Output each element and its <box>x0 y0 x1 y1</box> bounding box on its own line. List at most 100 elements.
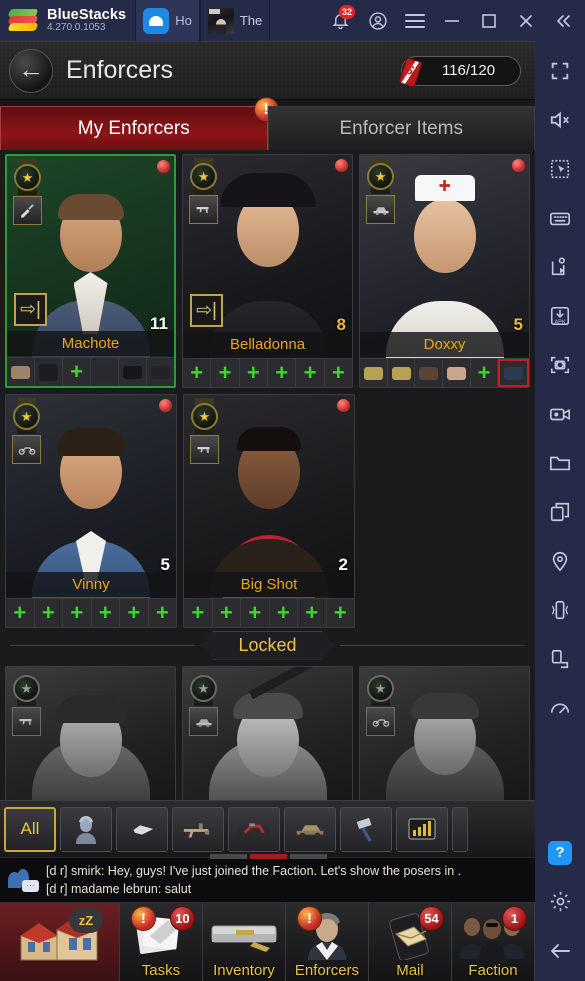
shake-icon[interactable] <box>535 585 585 634</box>
equipment-slot[interactable] <box>415 359 444 387</box>
equipment-slot-empty[interactable]: + <box>34 599 63 627</box>
equipment-slot-empty[interactable]: + <box>211 359 240 387</box>
nav-label-inventory: Inventory <box>213 962 275 979</box>
locked-enforcer-card[interactable]: ★ <box>182 666 353 800</box>
equipment-slot-empty[interactable]: + <box>63 599 92 627</box>
chat-channel-faction[interactable] <box>250 854 287 859</box>
chat-channel-local[interactable] <box>290 854 327 859</box>
chat-channel-world[interactable] <box>210 854 247 859</box>
filter-chip-knife[interactable] <box>116 806 168 852</box>
maximize-icon[interactable] <box>470 0 507 41</box>
equipment-slot-empty[interactable]: + <box>212 599 241 627</box>
tab-bar: My Enforcers ! Enforcer Items <box>0 97 535 150</box>
filter-chip-chart[interactable] <box>396 806 448 852</box>
energy-counter[interactable]: 116/120 <box>399 55 521 86</box>
equipment-slot-empty[interactable]: + <box>239 359 268 387</box>
tab-home[interactable]: Ho <box>135 0 200 41</box>
performance-icon[interactable] <box>535 683 585 732</box>
equipment-slot-selected[interactable] <box>498 359 530 387</box>
chat-panel[interactable]: ··· [d r] smirk: Hey, guys! I've just jo… <box>0 854 535 902</box>
equipment-slot-empty[interactable]: + <box>296 359 325 387</box>
tab-game[interactable]: The <box>199 0 271 41</box>
macro-icon[interactable] <box>535 242 585 291</box>
deploy-button[interactable]: ⇨| <box>14 293 47 326</box>
filter-chip-motorcycle[interactable] <box>228 806 280 852</box>
enforcers-list[interactable]: ★ ⇨| 11 Machote + ★ ⇨| 8 Belladonna + + … <box>0 150 535 800</box>
equipment-slot-empty[interactable]: + <box>120 599 149 627</box>
filter-chip-rifle[interactable] <box>172 806 224 852</box>
equipment-slot[interactable] <box>119 358 147 386</box>
filter-chip-more[interactable] <box>452 806 468 852</box>
enforcer-card-doxxy[interactable]: ★ 5 Doxxy + <box>359 154 531 388</box>
tab-my-enforcers[interactable]: My Enforcers ! <box>0 97 279 150</box>
location-icon[interactable] <box>535 536 585 585</box>
category-filter-bar[interactable]: All <box>0 800 535 857</box>
enforcer-card-big-shot[interactable]: ★ 2 Big Shot + + + + + + <box>183 394 355 628</box>
back-arrow-icon[interactable] <box>535 926 585 975</box>
chat-channel-tabs[interactable] <box>210 854 327 859</box>
enforcer-card-vinny[interactable]: ★ 5 Vinny + + + + + + <box>5 394 177 628</box>
equipment-slot-empty[interactable]: + <box>268 359 297 387</box>
minimize-icon[interactable] <box>433 0 470 41</box>
motorcycle-icon <box>238 817 270 841</box>
equipment-slot-empty[interactable]: + <box>91 599 120 627</box>
equipment-slot[interactable] <box>387 359 416 387</box>
tab-enforcer-items[interactable]: Enforcer Items <box>267 106 535 150</box>
enforcer-card-machote[interactable]: ★ ⇨| 11 Machote + <box>5 154 177 388</box>
equipment-slot-empty[interactable]: + <box>326 599 354 627</box>
back-button[interactable]: ← <box>9 48 53 93</box>
filter-chip-all[interactable]: All <box>4 806 56 852</box>
help-icon[interactable]: ? <box>535 828 585 877</box>
locked-enforcer-card[interactable]: ★ <box>359 666 530 800</box>
screenshot-icon[interactable] <box>535 340 585 389</box>
equipment-slot-empty[interactable]: + <box>269 599 298 627</box>
equipment-slot-empty[interactable]: + <box>298 599 327 627</box>
settings-gear-icon[interactable] <box>535 877 585 926</box>
nav-item-tasks[interactable]: ! 10 Tasks <box>119 903 203 981</box>
rotate-icon[interactable] <box>535 634 585 683</box>
notifications-icon[interactable]: 32 <box>322 0 359 41</box>
equipment-slot[interactable] <box>443 359 471 387</box>
knife-icon <box>127 818 157 840</box>
record-video-icon[interactable] <box>535 389 585 438</box>
mute-icon[interactable] <box>535 95 585 144</box>
filter-chip-person-hoodie[interactable] <box>60 806 112 852</box>
close-icon[interactable] <box>507 0 544 41</box>
account-icon[interactable] <box>359 0 396 41</box>
deploy-button[interactable]: ⇨| <box>190 294 224 327</box>
equipment-slot[interactable] <box>35 358 63 386</box>
locked-enforcer-card[interactable]: ★ <box>5 666 176 800</box>
multi-instance-icon[interactable] <box>535 487 585 536</box>
collapse-icon[interactable] <box>544 0 581 41</box>
equipment-slot[interactable] <box>147 358 174 386</box>
filter-chip-truck[interactable] <box>284 806 336 852</box>
nav-item-faction[interactable]: 1 Faction <box>451 903 535 981</box>
equipment-slot-empty[interactable]: + <box>470 359 499 387</box>
enforcer-card-belladonna[interactable]: ★ ⇨| 8 Belladonna + + + + + + <box>182 154 354 388</box>
equipment-slot-empty[interactable]: + <box>6 599 35 627</box>
energy-can-icon <box>399 56 421 86</box>
equipment-slot-empty[interactable]: + <box>183 359 212 387</box>
apk-install-icon[interactable]: APK <box>535 291 585 340</box>
select-cursor-icon[interactable] <box>535 144 585 193</box>
equipment-slot[interactable] <box>7 358 35 386</box>
keyboard-icon[interactable] <box>535 193 585 242</box>
game-header: ← Enforcers 116/120 <box>0 41 535 100</box>
nav-item-inventory[interactable]: Inventory <box>202 903 286 981</box>
fullscreen-icon[interactable] <box>535 46 585 95</box>
menu-icon[interactable] <box>396 0 433 41</box>
equipment-slot-empty[interactable]: + <box>324 359 352 387</box>
nav-item-home[interactable]: zZ <box>0 903 120 981</box>
equipment-slot[interactable] <box>360 359 388 387</box>
nav-item-mail[interactable]: 54 Mail <box>368 903 452 981</box>
folder-icon[interactable] <box>535 438 585 487</box>
equipment-slot-empty[interactable]: + <box>184 599 213 627</box>
alert-badge-icon: ! <box>296 906 322 931</box>
filter-chip-hammer[interactable] <box>340 806 392 852</box>
equipment-slot-empty[interactable]: + <box>241 599 270 627</box>
equipment-slot[interactable] <box>91 358 119 386</box>
enforcer-name: Belladonna <box>183 332 353 357</box>
equipment-slot-empty[interactable]: + <box>148 599 176 627</box>
equipment-slot-empty[interactable]: + <box>63 358 91 386</box>
nav-item-enforcers[interactable]: ! Enforcers <box>285 903 369 981</box>
